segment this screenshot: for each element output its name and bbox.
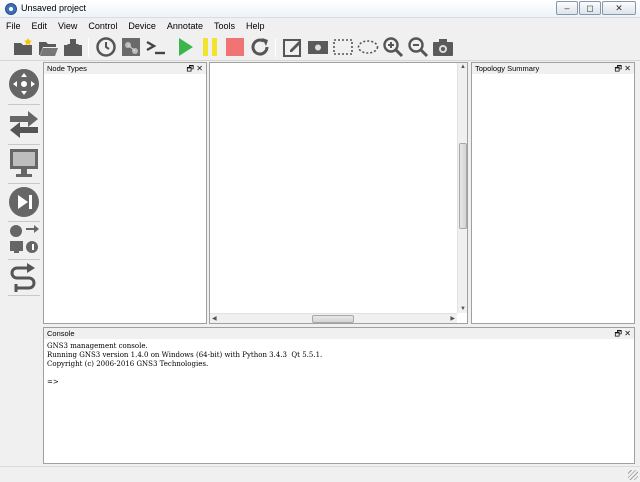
console-line: Running GNS3 version 1.4.0 on Windows (6… xyxy=(47,351,323,359)
scroll-down-arrow[interactable]: ▼ xyxy=(460,306,466,312)
horizontal-scroll-thumb[interactable] xyxy=(312,315,354,323)
horizontal-scrollbar[interactable]: ◀ ▶ xyxy=(210,313,457,323)
close-panel-button[interactable]: ✕ xyxy=(196,63,203,74)
routers-icon[interactable] xyxy=(7,67,41,101)
console-output: GNS3 management console. Running GNS3 ve… xyxy=(47,342,322,387)
draw-ellipse-icon[interactable] xyxy=(357,36,379,58)
window-controls: ‒ ◻ ✕ xyxy=(555,1,636,15)
console-line: Copyright (c) 2006-2016 GNS3 Technologie… xyxy=(47,360,209,368)
device-separator xyxy=(8,221,40,222)
console-title: Console xyxy=(47,329,75,338)
end-devices-icon[interactable] xyxy=(7,146,41,180)
open-project-icon[interactable] xyxy=(37,36,59,58)
node-types-header: Node Types 🗗 ✕ xyxy=(44,63,206,74)
save-project-icon[interactable] xyxy=(62,36,84,58)
zoom-out-icon[interactable] xyxy=(407,36,429,58)
menu-annotate[interactable]: Annotate xyxy=(161,19,208,34)
menu-tools[interactable]: Tools xyxy=(208,19,240,34)
add-link-icon[interactable] xyxy=(7,261,41,295)
device-separator xyxy=(8,295,40,296)
node-types-title: Node Types xyxy=(47,64,87,73)
screenshot-icon[interactable] xyxy=(432,36,454,58)
all-devices-icon[interactable] xyxy=(7,223,41,257)
window-title: Unsaved project xyxy=(21,3,87,13)
draw-rectangle-icon[interactable] xyxy=(332,36,354,58)
close-panel-button[interactable]: ✕ xyxy=(624,328,631,339)
title-bar: Unsaved project ‒ ◻ ✕ xyxy=(0,0,640,18)
toolbar-separator xyxy=(275,38,276,57)
main-toolbar xyxy=(0,34,640,61)
console-header: Console 🗗 ✕ xyxy=(44,328,634,339)
resize-grip[interactable] xyxy=(628,470,638,480)
topology-canvas[interactable]: ▲ ▼ ◀ ▶ xyxy=(209,62,468,324)
toolbar-separator xyxy=(88,38,89,57)
vertical-scroll-thumb[interactable] xyxy=(459,143,467,229)
topology-summary-header: Topology Summary 🗗 ✕ xyxy=(472,63,634,74)
suspend-all-icon[interactable] xyxy=(199,36,221,58)
node-types-panel: Node Types 🗗 ✕ xyxy=(43,62,207,324)
insert-picture-icon[interactable] xyxy=(307,36,329,58)
float-panel-button[interactable]: 🗗 xyxy=(614,63,622,74)
switches-icon[interactable] xyxy=(7,107,41,141)
close-button[interactable]: ✕ xyxy=(602,1,636,15)
maximize-button[interactable]: ◻ xyxy=(579,1,601,15)
reload-all-icon[interactable] xyxy=(249,36,271,58)
show-interface-labels-icon[interactable] xyxy=(120,36,142,58)
close-panel-button[interactable]: ✕ xyxy=(624,63,631,74)
menu-view[interactable]: View xyxy=(52,19,82,34)
gns3-app-icon xyxy=(5,3,17,15)
device-separator xyxy=(8,183,40,184)
new-project-icon[interactable] xyxy=(12,36,34,58)
topology-summary-title: Topology Summary xyxy=(475,64,540,73)
snapshot-clock-icon[interactable] xyxy=(95,36,117,58)
menu-bar: File Edit View Control Device Annotate T… xyxy=(0,19,640,34)
vertical-scrollbar[interactable]: ▲ ▼ xyxy=(457,63,467,313)
device-separator xyxy=(8,144,40,145)
console-panel[interactable]: Console 🗗 ✕ GNS3 management console. Run… xyxy=(43,327,635,464)
stop-all-icon[interactable] xyxy=(224,36,246,58)
device-separator xyxy=(8,104,40,105)
console-all-icon[interactable] xyxy=(145,36,167,58)
scroll-right-arrow[interactable]: ▶ xyxy=(450,315,455,322)
menu-edit[interactable]: Edit xyxy=(26,19,53,34)
float-panel-button[interactable]: 🗗 xyxy=(614,328,622,339)
add-note-icon[interactable] xyxy=(282,36,304,58)
menu-file[interactable]: File xyxy=(0,19,26,34)
menu-help[interactable]: Help xyxy=(240,19,270,34)
minimize-button[interactable]: ‒ xyxy=(556,1,578,15)
device-separator xyxy=(8,259,40,260)
float-panel-button[interactable]: 🗗 xyxy=(186,63,194,74)
console-prompt[interactable]: => xyxy=(47,378,322,387)
scroll-up-arrow[interactable]: ▲ xyxy=(460,64,466,70)
topology-summary-panel: Topology Summary 🗗 ✕ xyxy=(471,62,635,324)
status-bar xyxy=(0,466,640,482)
scroll-left-arrow[interactable]: ◀ xyxy=(212,315,217,322)
menu-control[interactable]: Control xyxy=(82,19,122,34)
security-devices-icon[interactable] xyxy=(7,185,41,219)
zoom-in-icon[interactable] xyxy=(382,36,404,58)
menu-device[interactable]: Device xyxy=(122,19,161,34)
start-all-icon[interactable] xyxy=(174,36,196,58)
device-toolbar xyxy=(4,63,42,463)
console-line: GNS3 management console. xyxy=(47,342,148,350)
